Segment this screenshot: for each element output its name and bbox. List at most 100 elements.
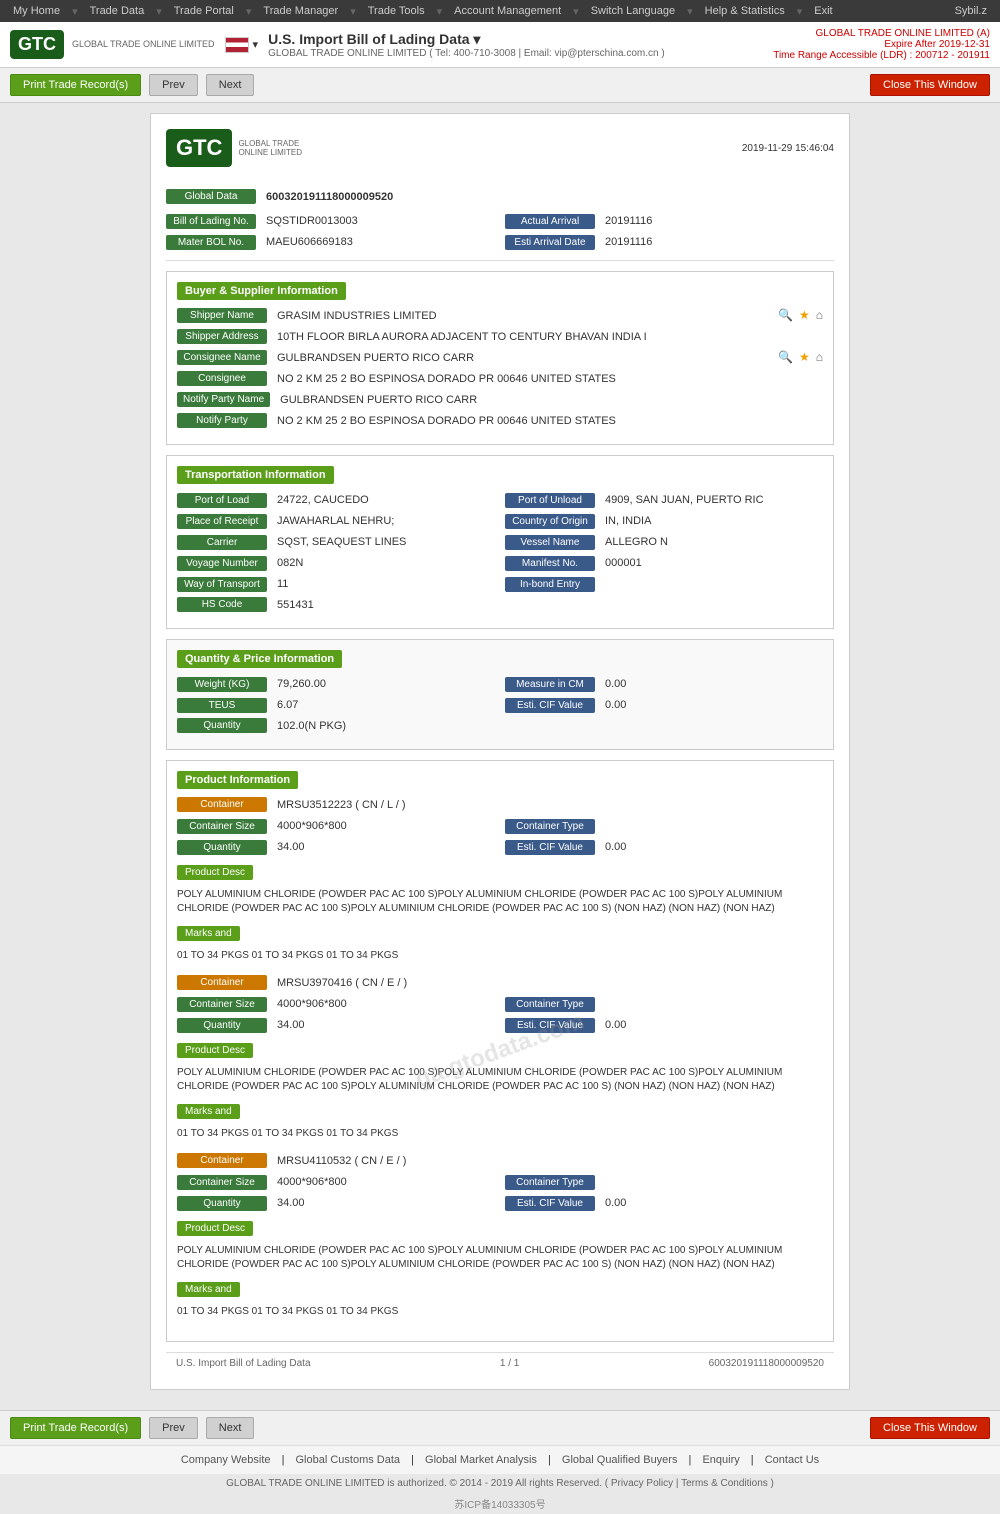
container-2-size-row: Container Size 4000*906*800 Container Ty… [177, 996, 823, 1012]
container-1-qty-row: Quantity 34.00 Esti. CIF Value 0.00 [177, 839, 823, 855]
nav-switchlanguage[interactable]: Switch Language [586, 3, 680, 19]
document-card: GTC GLOBAL TRADEONLINE LIMITED 2019-11-2… [150, 113, 850, 1390]
print-button[interactable]: Print Trade Record(s) [10, 74, 141, 96]
bottom-print-button[interactable]: Print Trade Record(s) [10, 1417, 141, 1439]
footer-link-company[interactable]: Company Website [181, 1454, 271, 1466]
way-inbond-row: Way of Transport 11 In-bond Entry [177, 576, 823, 592]
shipper-address-value: 10TH FLOOR BIRLA AURORA ADJACENT TO CENT… [273, 329, 823, 345]
container-1-label: Container [177, 797, 267, 812]
nav-tradeportal[interactable]: Trade Portal [169, 3, 239, 19]
footer-link-market[interactable]: Global Market Analysis [425, 1454, 537, 1466]
nav-exit[interactable]: Exit [809, 3, 837, 19]
footer-link-buyers[interactable]: Global Qualified Buyers [562, 1454, 678, 1466]
container-2-cif-value: 0.00 [601, 1017, 823, 1033]
container-2-row: Container MRSU3970416 ( CN / E / ) [177, 975, 823, 991]
consignee-row: Consignee NO 2 KM 25 2 BO ESPINOSA DORAD… [177, 371, 823, 387]
container-1-size-value: 4000*906*800 [273, 818, 495, 834]
container-3-value: MRSU4110532 ( CN / E / ) [273, 1153, 823, 1169]
footer-link-customs[interactable]: Global Customs Data [296, 1454, 401, 1466]
bottom-prev-button[interactable]: Prev [149, 1417, 198, 1439]
container-1-marks-value: 01 TO 34 PKGS 01 TO 34 PKGS 01 TO 34 PKG… [177, 949, 823, 963]
home-icon[interactable]: ⌂ [816, 308, 823, 322]
container-1-cif-value: 0.00 [601, 839, 823, 855]
nav-accountmanagement[interactable]: Account Management [449, 3, 566, 19]
prev-button[interactable]: Prev [149, 74, 198, 96]
place-receipt-label: Place of Receipt [177, 514, 267, 529]
nav-trademanager[interactable]: Trade Manager [258, 3, 343, 19]
global-data-value: 600320191118000009520 [262, 189, 834, 205]
container-3-marks-value: 01 TO 34 PKGS 01 TO 34 PKGS 01 TO 34 PKG… [177, 1305, 823, 1319]
buyer-supplier-section: Buyer & Supplier Information Shipper Nam… [166, 271, 834, 445]
master-bol-label: Mater BOL No. [166, 235, 256, 250]
top-navigation: My Home ▾ Trade Data ▾ Trade Portal ▾ Tr… [0, 0, 1000, 22]
transport-section-header: Transportation Information [177, 466, 334, 484]
port-load-label: Port of Load [177, 493, 267, 508]
nav-myhome[interactable]: My Home [8, 3, 65, 19]
logo-subtitle: GLOBAL TRADE ONLINE LIMITED [72, 39, 215, 50]
close-button[interactable]: Close This Window [870, 74, 990, 96]
bottom-next-button[interactable]: Next [206, 1417, 255, 1439]
container-1-size-row: Container Size 4000*906*800 Container Ty… [177, 818, 823, 834]
search-icon[interactable]: 🔍 [778, 308, 793, 322]
container-2-type-label: Container Type [505, 997, 595, 1012]
carrier-vessel-row: Carrier SQST, SEAQUEST LINES Vessel Name… [177, 534, 823, 550]
port-load-value: 24722, CAUCEDO [273, 492, 495, 508]
container-2-type-value [601, 1002, 823, 1006]
footer-link-enquiry[interactable]: Enquiry [702, 1454, 739, 1466]
notify-party-name-label: Notify Party Name [177, 392, 270, 407]
manifest-label: Manifest No. [505, 556, 595, 571]
container-2-desc-label: Product Desc [177, 1043, 253, 1058]
container-1-qty-label: Quantity [177, 840, 267, 855]
notify-party-value: NO 2 KM 25 2 BO ESPINOSA DORADO PR 00646… [273, 413, 823, 429]
container-1-block: Container MRSU3512223 ( CN / L / ) Conta… [177, 797, 823, 963]
quantity-value: 102.0(N PKG) [273, 718, 823, 734]
country-origin-label: Country of Origin [505, 514, 595, 529]
inbond-label: In-bond Entry [505, 577, 595, 592]
bol-label: Bill of Lading No. [166, 214, 256, 229]
nav-username: Sybil.z [950, 3, 992, 19]
star-icon[interactable]: ★ [799, 308, 810, 322]
container-2-block: Container MRSU3970416 ( CN / E / ) Conta… [177, 975, 823, 1141]
weight-label: Weight (KG) [177, 677, 267, 692]
weight-value: 79,260.00 [273, 676, 495, 692]
container-2-qty-value: 34.00 [273, 1017, 495, 1033]
top-toolbar: Print Trade Record(s) Prev Next Close Th… [0, 68, 1000, 103]
shipper-name-label: Shipper Name [177, 308, 267, 323]
consignee-search-icon[interactable]: 🔍 [778, 350, 793, 364]
carrier-value: SQST, SEAQUEST LINES [273, 534, 495, 550]
nav-tradetools[interactable]: Trade Tools [363, 3, 430, 19]
container-3-type-value [601, 1180, 823, 1184]
vessel-name-label: Vessel Name [505, 535, 595, 550]
esti-arrival-value: 20191116 [601, 234, 834, 250]
nav-helpstatistics[interactable]: Help & Statistics [700, 3, 790, 19]
container-1-type-label: Container Type [505, 819, 595, 834]
container-3-qty-label: Quantity [177, 1196, 267, 1211]
footer-link-contact[interactable]: Contact Us [765, 1454, 819, 1466]
footer-copyright: GLOBAL TRADE ONLINE LIMITED is authorize… [0, 1474, 1000, 1493]
container-1-qty-value: 34.00 [273, 839, 495, 855]
container-2-size-label: Container Size [177, 997, 267, 1012]
way-transport-value: 11 [273, 576, 495, 592]
nav-tradedata[interactable]: Trade Data [85, 3, 150, 19]
shipper-name-value: GRASIM INDUSTRIES LIMITED [273, 308, 772, 324]
consignee-name-label: Consignee Name [177, 350, 267, 365]
bottom-close-button[interactable]: Close This Window [870, 1417, 990, 1439]
container-2-marks-label: Marks and [177, 1104, 240, 1119]
doc-logo-text: GLOBAL TRADEONLINE LIMITED [238, 139, 302, 157]
consignee-star-icon[interactable]: ★ [799, 350, 810, 364]
port-unload-value: 4909, SAN JUAN, PUERTO RIC [601, 492, 823, 508]
header-account-info: GLOBAL TRADE ONLINE LIMITED (A) Expire A… [773, 28, 990, 61]
container-3-block: Container MRSU4110532 ( CN / E / ) Conta… [177, 1153, 823, 1319]
bol-row: Bill of Lading No. SQSTIDR0013003 Actual… [166, 213, 834, 229]
account-expire: Expire After 2019-12-31 [773, 39, 990, 50]
account-company: GLOBAL TRADE ONLINE LIMITED (A) [773, 28, 990, 39]
esti-cif-label: Esti. CIF Value [505, 698, 595, 713]
container-3-row: Container MRSU4110532 ( CN / E / ) [177, 1153, 823, 1169]
container-2-desc-value: POLY ALUMINIUM CHLORIDE (POWDER PAC AC 1… [177, 1066, 823, 1094]
container-3-cif-label: Esti. CIF Value [505, 1196, 595, 1211]
product-information-section: Product Information ga.gtodata.com Conta… [166, 760, 834, 1342]
consignee-home-icon[interactable]: ⌂ [816, 350, 823, 364]
master-bol-value: MAEU606669183 [262, 234, 495, 250]
next-button[interactable]: Next [206, 74, 255, 96]
bottom-toolbar: Print Trade Record(s) Prev Next Close Th… [0, 1410, 1000, 1445]
